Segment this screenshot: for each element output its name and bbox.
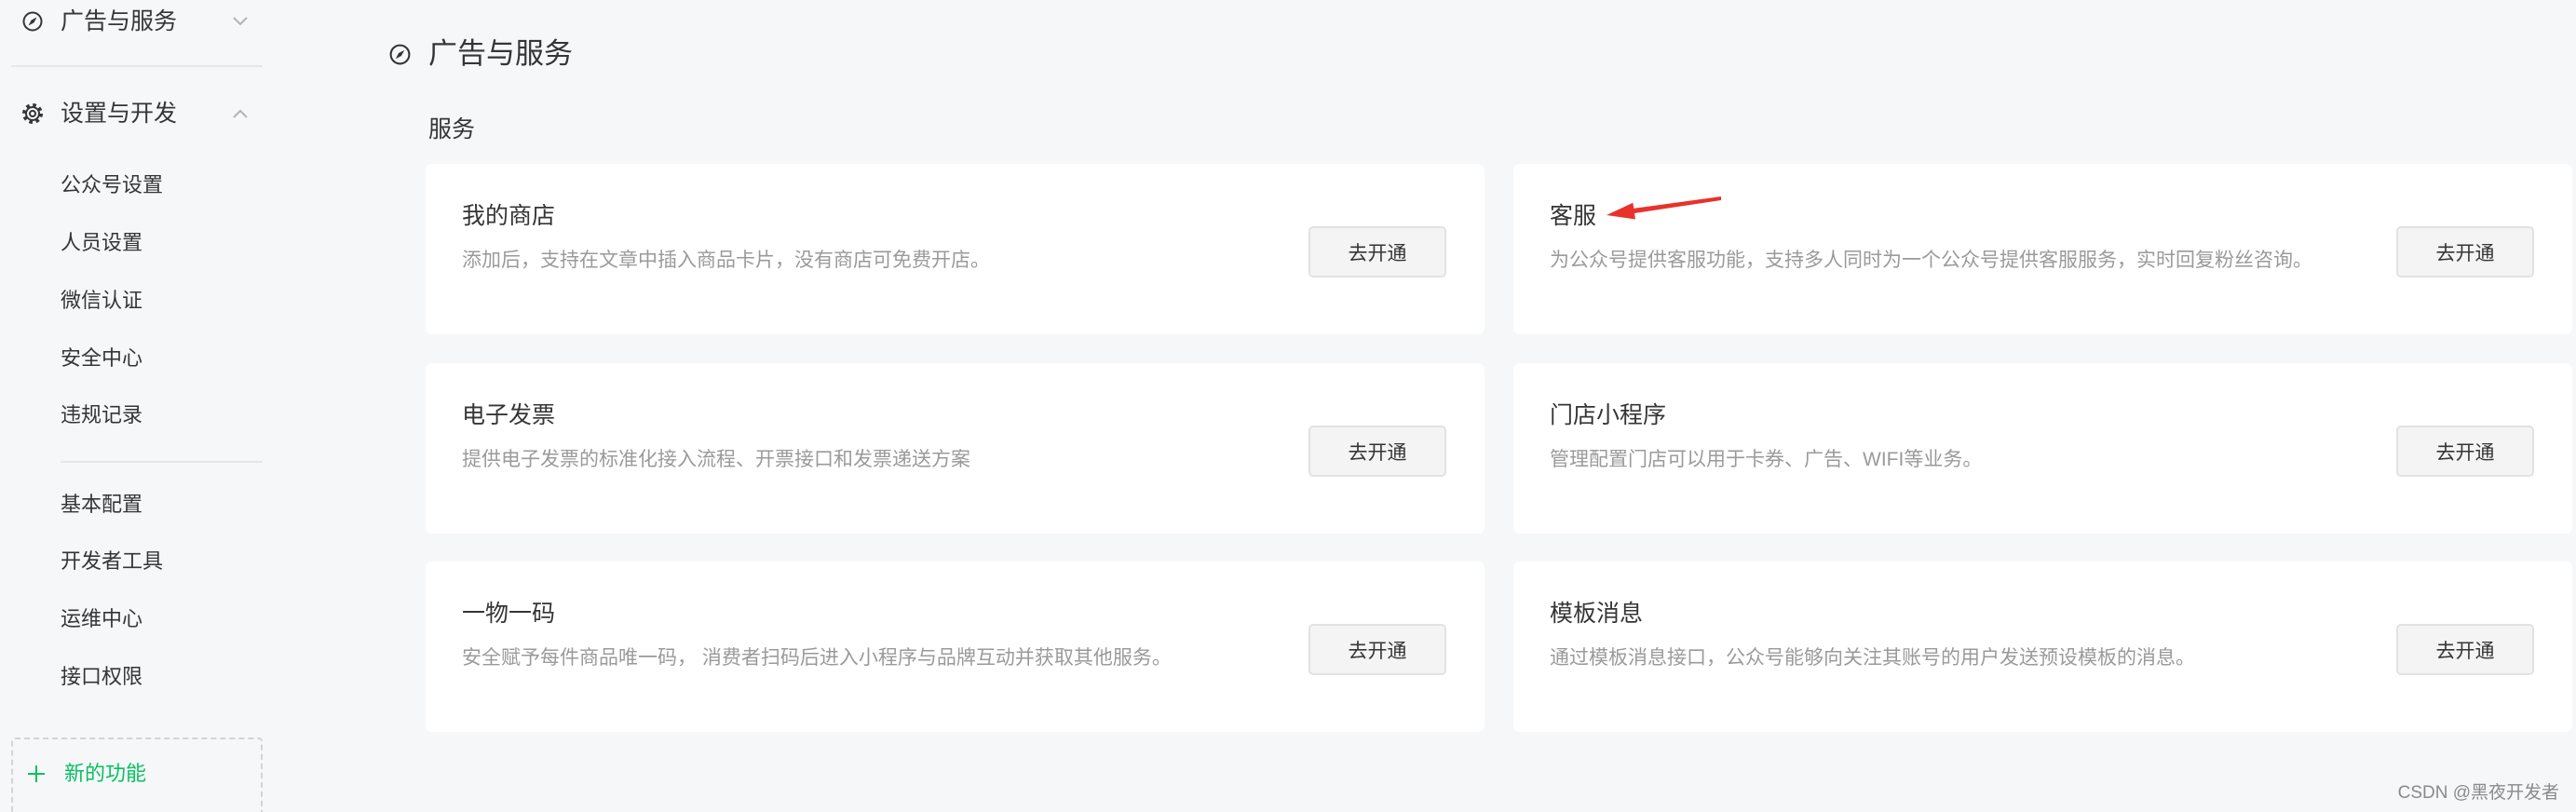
sidebar-item-account-settings[interactable]: 公众号设置: [61, 171, 163, 199]
sidebar-group-label: 广告与服务: [61, 8, 178, 34]
compass-icon: [22, 11, 43, 32]
card-description: 添加后，支持在文章中插入商品卡片，没有商店可免费开店。: [462, 250, 990, 271]
card-description: 通过模板消息接口，公众号能够向关注其账号的用户发送预设模板的消息。: [1550, 647, 2195, 669]
card-description: 为公众号提供客服功能，支持多人同时为一个公众号提供客服服务，实时回复粉丝咨询。: [1550, 250, 2312, 271]
activate-button[interactable]: 去开通: [2396, 226, 2534, 277]
activate-button[interactable]: 去开通: [1308, 624, 1446, 675]
sidebar-item-basic-config[interactable]: 基本配置: [61, 491, 142, 519]
card-title: 我的商店: [462, 203, 556, 229]
card-title: 客服: [1550, 203, 1597, 229]
page-title: 广告与服务: [428, 37, 573, 70]
sidebar-divider: [11, 65, 263, 67]
card-title: 电子发票: [462, 402, 556, 428]
sidebar-item-violation-records[interactable]: 违规记录: [61, 401, 142, 429]
service-card-one-item-one-code: 一物一码 安全赋予每件商品唯一码， 消费者扫码后进入小程序与品牌互动并获取其他服…: [426, 562, 1485, 732]
gear-icon: [21, 102, 44, 125]
sidebar-item-staff-settings[interactable]: 人员设置: [61, 229, 142, 257]
card-title: 一物一码: [462, 601, 556, 627]
sidebar-divider: [61, 461, 263, 463]
new-feature-label: 新的功能: [64, 762, 147, 785]
card-description: 安全赋予每件商品唯一码， 消费者扫码后进入小程序与品牌互动并获取其他服务。: [462, 647, 1172, 669]
card-title: 门店小程序: [1550, 402, 1667, 428]
service-card-e-invoice: 电子发票 提供电子发票的标准化接入流程、开票接口和发票递送方案 去开通: [426, 363, 1485, 534]
service-card-template-message: 模板消息 通过模板消息接口，公众号能够向关注其账号的用户发送预设模板的消息。 去…: [1513, 562, 2572, 732]
sidebar-item-developer-tools[interactable]: 开发者工具: [61, 548, 163, 575]
chevron-up-icon[interactable]: [232, 108, 249, 119]
watermark: CSDN @黑夜开发者: [2397, 783, 2559, 803]
activate-button[interactable]: 去开通: [1308, 426, 1446, 477]
service-card-my-store: 我的商店 添加后，支持在文章中插入商品卡片，没有商店可免费开店。 去开通: [426, 164, 1485, 334]
sidebar-item-ops-center[interactable]: 运维中心: [61, 605, 142, 633]
red-arrow-icon: [1607, 196, 1721, 220]
sidebar-group-label: 设置与开发: [61, 101, 178, 127]
service-card-store-mini-program: 门店小程序 管理配置门店可以用于卡券、广告、WIFI等业务。 去开通: [1513, 363, 2572, 534]
sidebar-item-api-permissions[interactable]: 接口权限: [61, 663, 142, 691]
card-title: 模板消息: [1550, 601, 1644, 627]
activate-button[interactable]: 去开通: [2396, 426, 2534, 477]
chevron-down-icon[interactable]: [232, 16, 249, 27]
new-feature-button[interactable]: 新的功能: [11, 738, 263, 812]
section-title: 服务: [428, 116, 476, 142]
sidebar-item-security-center[interactable]: 安全中心: [61, 345, 142, 372]
activate-button[interactable]: 去开通: [1308, 226, 1446, 277]
sidebar-item-wechat-verification[interactable]: 微信认证: [61, 287, 142, 315]
card-description: 管理配置门店可以用于卡券、广告、WIFI等业务。: [1550, 449, 1983, 470]
compass-icon: [389, 44, 411, 65]
plus-icon: [28, 765, 45, 782]
card-description: 提供电子发票的标准化接入流程、开票接口和发票递送方案: [462, 449, 970, 470]
activate-button[interactable]: 去开通: [2396, 624, 2534, 675]
